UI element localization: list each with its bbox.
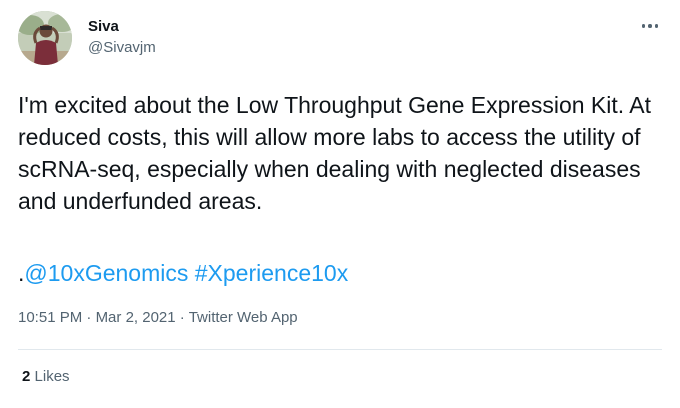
avatar-image — [18, 11, 72, 65]
more-horizontal-icon — [641, 24, 646, 28]
hashtag-link[interactable]: #Xperience10x — [195, 260, 348, 286]
author-name[interactable]: Siva — [88, 18, 119, 35]
likes-link[interactable]: 2 Likes — [22, 368, 70, 385]
tweet-date[interactable]: Mar 2, 2021 — [96, 309, 176, 326]
tweet-meta: 10:51 PM · Mar 2, 2021 · Twitter Web App — [18, 309, 298, 326]
tweet-card: Siva @Sivavjm I'm excited about the Low … — [0, 0, 680, 408]
tweet-text: I'm excited about the Low Throughput Gen… — [18, 92, 652, 214]
likes-count: 2 — [22, 368, 31, 385]
meta-separator: · — [86, 309, 92, 326]
mention-link[interactable]: @10xGenomics — [24, 260, 188, 286]
meta-separator: · — [179, 309, 185, 326]
more-options-button[interactable] — [638, 16, 662, 36]
avatar[interactable] — [18, 11, 72, 65]
tweet-time[interactable]: 10:51 PM — [18, 309, 82, 326]
tweet-mentions: .@10xGenomics #Xperience10x — [18, 257, 348, 289]
likes-label: Likes — [34, 368, 70, 385]
divider — [18, 349, 662, 350]
tweet-source[interactable]: Twitter Web App — [189, 309, 298, 326]
author-handle[interactable]: @Sivavjm — [88, 39, 156, 56]
